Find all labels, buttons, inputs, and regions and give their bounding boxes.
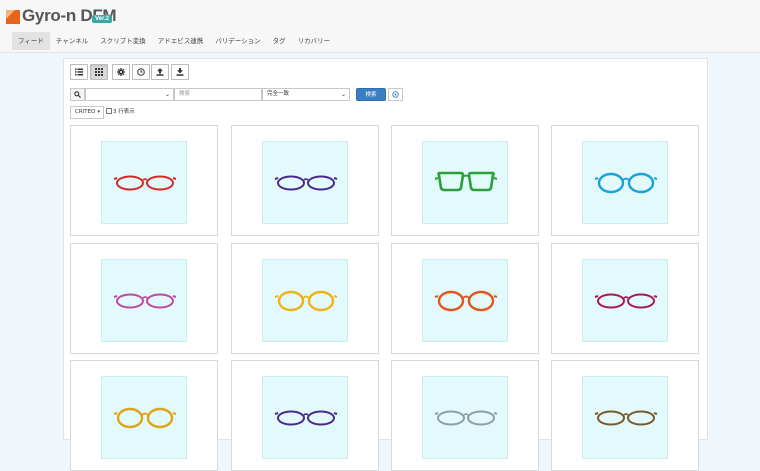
product-card[interactable] (231, 243, 379, 354)
keyword-input[interactable]: 検索 (174, 88, 262, 101)
logo-mark-icon (6, 9, 20, 24)
list-view-button[interactable] (70, 64, 88, 80)
list-icon (75, 68, 83, 76)
product-card[interactable] (231, 125, 379, 236)
settings-circle-icon (392, 91, 399, 98)
chevron-down-icon: ⌄ (340, 91, 346, 98)
nav-tab-feed[interactable]: フィード (12, 32, 50, 50)
settings-button[interactable] (112, 64, 130, 80)
three-rows-checkbox[interactable] (106, 108, 112, 114)
glasses-icon (594, 172, 658, 194)
grid-view-button[interactable] (90, 64, 108, 80)
product-image (262, 259, 348, 342)
nav-tab-recovery[interactable]: リカバリー (292, 32, 337, 50)
match-select-value: 完全一致 (267, 91, 290, 97)
match-select[interactable]: 完全一致 ⌄ (262, 88, 350, 101)
product-card[interactable] (70, 243, 218, 354)
product-image (101, 141, 187, 224)
channel-dropdown-label: CRITEO (75, 109, 96, 115)
nav-tab-tag[interactable]: タグ (267, 32, 292, 50)
product-card[interactable] (391, 243, 539, 354)
product-card[interactable] (551, 360, 699, 471)
glasses-icon (274, 175, 338, 191)
channel-dropdown[interactable]: CRITEO ▾ (70, 106, 104, 119)
search-button[interactable]: 検索 (356, 88, 386, 101)
glasses-icon (113, 175, 177, 191)
product-image (582, 141, 668, 224)
glasses-icon (434, 410, 498, 426)
product-image (582, 376, 668, 459)
main-nav: フィード チャンネル スクリプト変換 アドエビス連携 バリデーション タグ リカ… (12, 32, 336, 50)
three-rows-label: 3 行表示 (113, 109, 135, 115)
product-image (582, 259, 668, 342)
nav-tab-validation[interactable]: バリデーション (209, 32, 266, 50)
history-button[interactable] (132, 64, 150, 80)
glasses-icon (113, 407, 177, 429)
product-image (101, 259, 187, 342)
product-card[interactable] (551, 243, 699, 354)
product-image (422, 141, 508, 224)
advanced-search-button[interactable] (388, 88, 403, 101)
keyword-placeholder: 検索 (179, 91, 191, 97)
download-icon (176, 68, 184, 76)
product-image (262, 141, 348, 224)
chevron-down-icon: ⌄ (164, 91, 170, 98)
product-image (262, 376, 348, 459)
grid-icon (95, 68, 103, 76)
header-bar: Gyro-n DFM Ver.2 フィード チャンネル スクリプト変換 アドエビ… (0, 0, 760, 53)
glasses-icon (434, 171, 498, 192)
caret-down-icon: ▾ (97, 109, 100, 115)
nav-tab-adebis[interactable]: アドエビス連携 (152, 32, 210, 50)
nav-tab-script-convert[interactable]: スクリプト変換 (94, 32, 152, 50)
field-select[interactable]: ⌄ (85, 88, 174, 101)
product-image (422, 376, 508, 459)
upload-button[interactable] (151, 64, 169, 80)
nav-tab-channel[interactable]: チャンネル (50, 32, 94, 50)
glasses-icon (274, 290, 338, 312)
product-card[interactable] (551, 125, 699, 236)
clock-icon (137, 68, 145, 76)
search-icon (74, 91, 81, 98)
product-card[interactable] (231, 360, 379, 471)
download-button[interactable] (171, 64, 189, 80)
product-card[interactable] (70, 125, 218, 236)
upload-icon (156, 68, 164, 76)
glasses-icon (274, 410, 338, 426)
product-image (101, 376, 187, 459)
product-image (422, 259, 508, 342)
glasses-icon (594, 293, 658, 309)
search-icon-addon (70, 88, 85, 101)
version-badge: Ver.2 (92, 15, 113, 23)
product-card[interactable] (391, 360, 539, 471)
glasses-icon (594, 410, 658, 426)
glasses-icon (113, 293, 177, 309)
product-card[interactable] (391, 125, 539, 236)
gear-icon (117, 68, 125, 76)
glasses-icon (434, 290, 498, 312)
product-card[interactable] (70, 360, 218, 471)
